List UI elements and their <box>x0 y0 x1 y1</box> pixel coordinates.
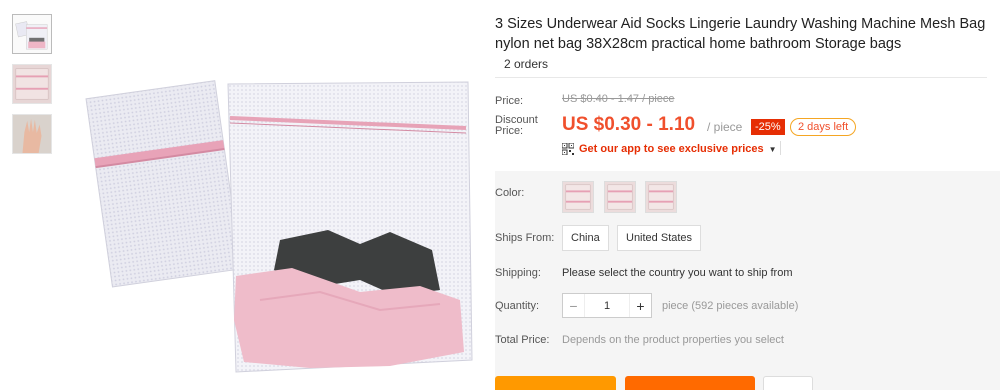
orders-count: 2 orders <box>504 57 549 71</box>
discount-price: US $0.30 - 1.10 <box>562 114 696 135</box>
product-info-panel: 3 Sizes Underwear Aid Socks Lingerie Lau… <box>495 0 1000 390</box>
buy-now-button[interactable] <box>495 376 616 390</box>
chevron-down-icon: ▼ <box>768 144 777 154</box>
product-title: 3 Sizes Underwear Aid Socks Lingerie Lau… <box>495 16 986 52</box>
thumbnail-1[interactable] <box>12 14 52 54</box>
shipping-text: Please select the country you want to sh… <box>562 267 793 279</box>
quantity-input[interactable]: 1 <box>585 294 629 317</box>
per-piece-unit: / piece <box>707 120 743 134</box>
ships-from-china[interactable]: China <box>562 225 609 251</box>
discount-label-line2: Price: <box>495 125 524 137</box>
main-product-image[interactable] <box>60 0 480 390</box>
shipping-label: Shipping: <box>495 267 541 279</box>
price-label: Price: <box>495 95 524 107</box>
wishlist-button[interactable] <box>763 376 813 390</box>
ships-from-label: Ships From: <box>495 232 555 244</box>
thumbnail-3[interactable] <box>12 114 52 154</box>
total-price-label: Total Price: <box>495 334 550 346</box>
total-price-text: Depends on the product properties you se… <box>562 334 784 346</box>
color-option-2[interactable] <box>604 181 636 213</box>
quantity-label: Quantity: <box>495 300 540 312</box>
color-label: Color: <box>495 187 525 199</box>
orders-row: 2 orders <box>495 54 987 78</box>
quantity-stepper: − 1 + <box>562 293 652 318</box>
color-option-3[interactable] <box>645 181 677 213</box>
app-promo-text: Get our app to see exclusive prices <box>579 143 764 155</box>
days-left-badge: 2 days left <box>790 118 857 136</box>
original-price: US $0.40 - 1.47 / piece <box>562 93 675 105</box>
app-promo-link[interactable]: Get our app to see exclusive prices ▼ <box>562 141 777 157</box>
thumbnail-strip <box>12 14 52 164</box>
quantity-decrease-button[interactable]: − <box>563 294 585 317</box>
add-to-cart-button[interactable] <box>625 376 755 390</box>
thumbnail-2[interactable] <box>12 64 52 104</box>
ships-from-united-states[interactable]: United States <box>617 225 702 251</box>
color-option-1[interactable] <box>562 181 594 213</box>
quantity-increase-button[interactable]: + <box>629 294 651 317</box>
discount-badge: -25% <box>751 119 785 135</box>
divider <box>780 141 781 155</box>
qr-code-icon <box>562 143 574 155</box>
pieces-available: piece (592 pieces available) <box>662 300 799 312</box>
